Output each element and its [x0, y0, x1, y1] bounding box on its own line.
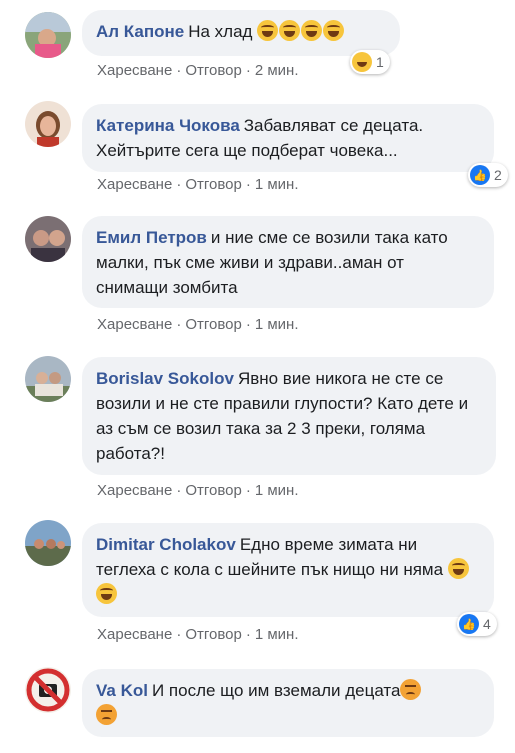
reaction-count[interactable]: 1: [350, 50, 390, 74]
comment-time[interactable]: 1 мин.: [255, 626, 299, 643]
emoji-laugh-icon: [301, 20, 323, 41]
emoji-angry-icon: [400, 679, 422, 700]
reply-button[interactable]: Отговор: [185, 626, 242, 643]
comment-author[interactable]: Емил Петров: [96, 228, 207, 247]
avatar[interactable]: [25, 667, 71, 713]
comment-text: И после що им вземали децата: [151, 681, 401, 700]
like-reaction-icon: 👍: [470, 165, 490, 185]
comment-text: На хлад: [188, 22, 253, 41]
emoji-laugh-icon: [447, 558, 469, 579]
comment-bubble: Емил Петров и ние сме се возили така като…: [82, 216, 494, 308]
avatar[interactable]: [25, 216, 71, 262]
emoji-laugh-icon: [279, 20, 301, 41]
like-button[interactable]: Харесване: [97, 482, 172, 499]
emoji-laugh-icon: [323, 20, 345, 41]
comment-author[interactable]: Dimitar Cholakov: [96, 535, 236, 554]
comment-time[interactable]: 1 мин.: [255, 176, 299, 193]
emoji-angry-icon: [96, 704, 117, 725]
like-reaction-icon: 👍: [459, 614, 479, 634]
comment-bubble: Va Kol И после що им вземали децата: [82, 669, 494, 737]
comment-bubble: Borislav Sokolov Явно вие никога не сте с…: [82, 357, 496, 475]
comment-author[interactable]: Va Kol: [96, 681, 148, 700]
like-button[interactable]: Харесване: [97, 316, 172, 333]
comment-bubble: Катерина Чокова Забавляват се децата. Хей…: [82, 104, 494, 172]
comment-time[interactable]: 2 мин.: [255, 62, 299, 79]
avatar[interactable]: [25, 520, 71, 566]
like-button[interactable]: Харесване: [97, 62, 172, 79]
comment-actions: Харесване · Отговор · 1 мин.: [97, 626, 299, 643]
avatar[interactable]: [25, 101, 71, 147]
reply-button[interactable]: Отговор: [185, 176, 242, 193]
reaction-count[interactable]: 👍 4: [457, 612, 497, 636]
comment-time[interactable]: 1 мин.: [255, 316, 299, 333]
comment-actions: Харесване · Отговор · 1 мин.: [97, 176, 299, 193]
reaction-count[interactable]: 👍 2: [468, 163, 508, 187]
reply-button[interactable]: Отговор: [185, 316, 242, 333]
comment-actions: Харесване · Отговор · 1 мин.: [97, 316, 299, 333]
comment-time[interactable]: 1 мин.: [255, 482, 299, 499]
like-button[interactable]: Харесване: [97, 626, 172, 643]
comment-author[interactable]: Катерина Чокова: [96, 116, 240, 135]
haha-reaction-icon: [352, 52, 372, 72]
comment-bubble: Ал Капоне На хлад: [82, 10, 400, 56]
emoji-laugh-icon: [96, 583, 117, 604]
avatar[interactable]: [25, 356, 71, 402]
reply-button[interactable]: Отговор: [185, 62, 242, 79]
avatar[interactable]: [25, 12, 71, 58]
comment-actions: Харесване · Отговор · 2 мин.: [97, 62, 299, 79]
comment-bubble: Dimitar Cholakov Едно време зимата ни тег…: [82, 523, 494, 617]
comment-actions: Харесване · Отговор · 1 мин.: [97, 482, 299, 499]
comment-author[interactable]: Borislav Sokolov: [96, 369, 234, 388]
like-button[interactable]: Харесване: [97, 176, 172, 193]
emoji-laugh-icon: [257, 20, 279, 41]
reply-button[interactable]: Отговор: [185, 482, 242, 499]
comment-author[interactable]: Ал Капоне: [96, 22, 184, 41]
